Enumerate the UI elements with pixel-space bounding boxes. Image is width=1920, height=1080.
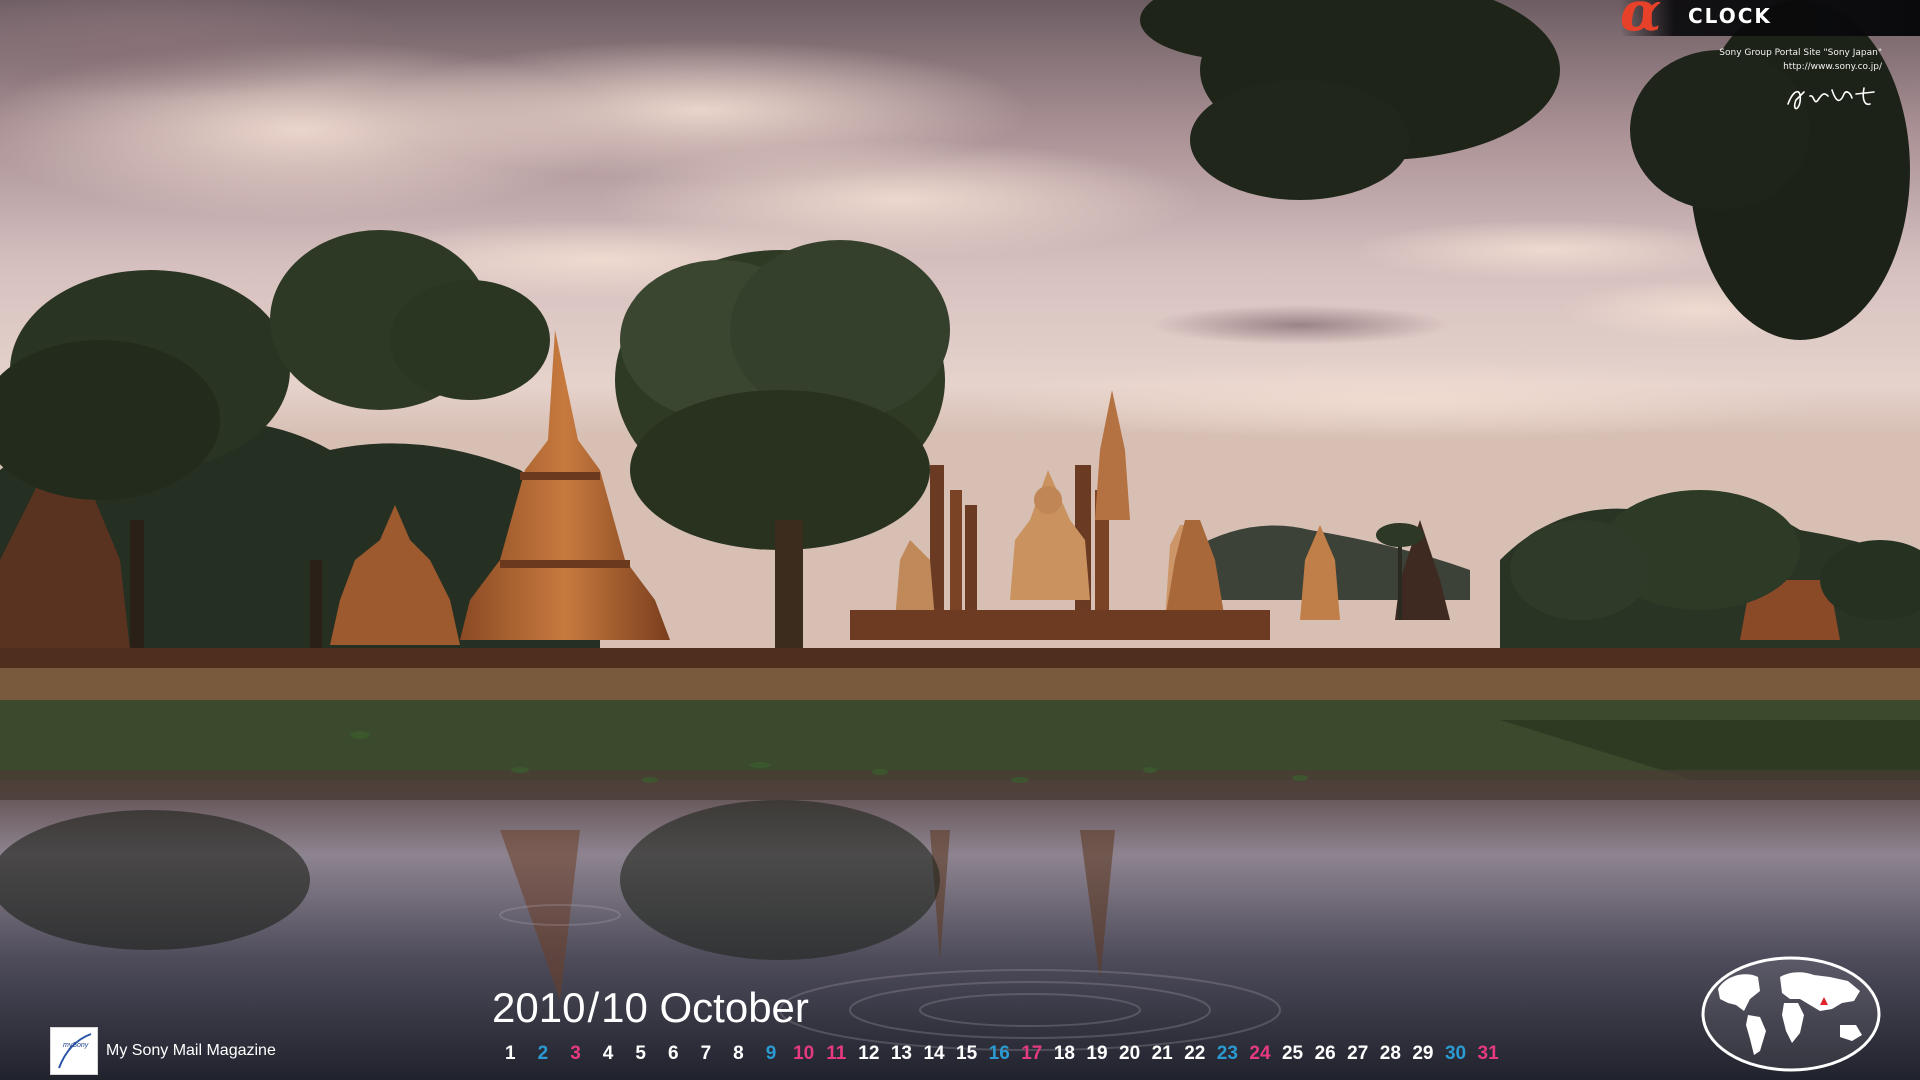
calendar-day: 8 bbox=[733, 1043, 744, 1064]
calendar-day: 11 bbox=[826, 1043, 847, 1064]
calendar-day-row: 1 2 3 4 5 6 7 8 9 10 11 12 13 14 15 16 17 18 19 20 21 22 23 24 2… bbox=[494, 1043, 1504, 1065]
calendar-day: 3 bbox=[570, 1043, 581, 1064]
calendar-day: 30 bbox=[1444, 1043, 1467, 1064]
calendar-day: 25 bbox=[1281, 1043, 1304, 1064]
calendar-day: 4 bbox=[602, 1043, 614, 1064]
my-sony-mail-magazine[interactable]: mySony My Sony Mail Magazine bbox=[50, 1025, 276, 1077]
sony-credit: Sony Group Portal Site "Sony Japan" http… bbox=[1719, 46, 1882, 74]
calendar-day: 24 bbox=[1249, 1043, 1271, 1064]
calendar-day: 13 bbox=[890, 1043, 912, 1064]
clock-wordmark: CLOCK bbox=[1688, 4, 1772, 28]
calendar-day: 21 bbox=[1151, 1043, 1173, 1064]
sony-portal-url[interactable]: http://www.sony.co.jp/ bbox=[1719, 60, 1882, 74]
calendar-year: 2010 bbox=[492, 984, 586, 1031]
calendar-day: 29 bbox=[1412, 1043, 1434, 1064]
calendar-month-number: 10 bbox=[601, 984, 648, 1031]
calendar-day: 14 bbox=[923, 1043, 945, 1064]
calendar-day: 18 bbox=[1053, 1043, 1075, 1064]
photographer-signature-icon bbox=[1787, 87, 1875, 110]
calendar-day: 9 bbox=[765, 1043, 777, 1064]
calendar-day: 6 bbox=[667, 1043, 679, 1064]
sony-portal-title: Sony Group Portal Site "Sony Japan" bbox=[1719, 48, 1882, 58]
calendar-day: 31 bbox=[1477, 1043, 1499, 1064]
calendar-day: 28 bbox=[1379, 1043, 1401, 1064]
mysony-label[interactable]: My Sony Mail Magazine bbox=[106, 1042, 276, 1060]
calendar-day: 7 bbox=[700, 1043, 712, 1064]
calendar-day: 5 bbox=[635, 1043, 646, 1064]
background-photo bbox=[0, 0, 1920, 1080]
calendar-day: 23 bbox=[1216, 1043, 1238, 1064]
calendar-day: 17 bbox=[1021, 1043, 1043, 1064]
world-map-icon bbox=[1701, 956, 1881, 1072]
calendar-day: 22 bbox=[1184, 1043, 1206, 1064]
calendar-day: 1 bbox=[505, 1043, 516, 1064]
alpha-clock-badge: α CLOCK bbox=[1620, 0, 1920, 38]
calendar-day: 19 bbox=[1086, 1043, 1108, 1064]
calendar-day: 12 bbox=[858, 1043, 880, 1064]
calendar-day: 26 bbox=[1314, 1043, 1336, 1064]
calendar-day: 16 bbox=[988, 1043, 1010, 1064]
calendar-day: 10 bbox=[793, 1043, 815, 1064]
calendar-day: 27 bbox=[1347, 1043, 1369, 1064]
calendar-header: 2010/10 October bbox=[492, 984, 809, 1032]
mysony-logo-icon: mySony bbox=[50, 1027, 98, 1075]
calendar-month-name: October bbox=[659, 984, 809, 1031]
calendar-day: 15 bbox=[956, 1043, 978, 1064]
calendar-day: 2 bbox=[537, 1043, 549, 1064]
calendar-separator: / bbox=[587, 984, 600, 1031]
mysony-logo-text: mySony bbox=[63, 1042, 89, 1049]
calendar-day: 20 bbox=[1119, 1043, 1141, 1064]
